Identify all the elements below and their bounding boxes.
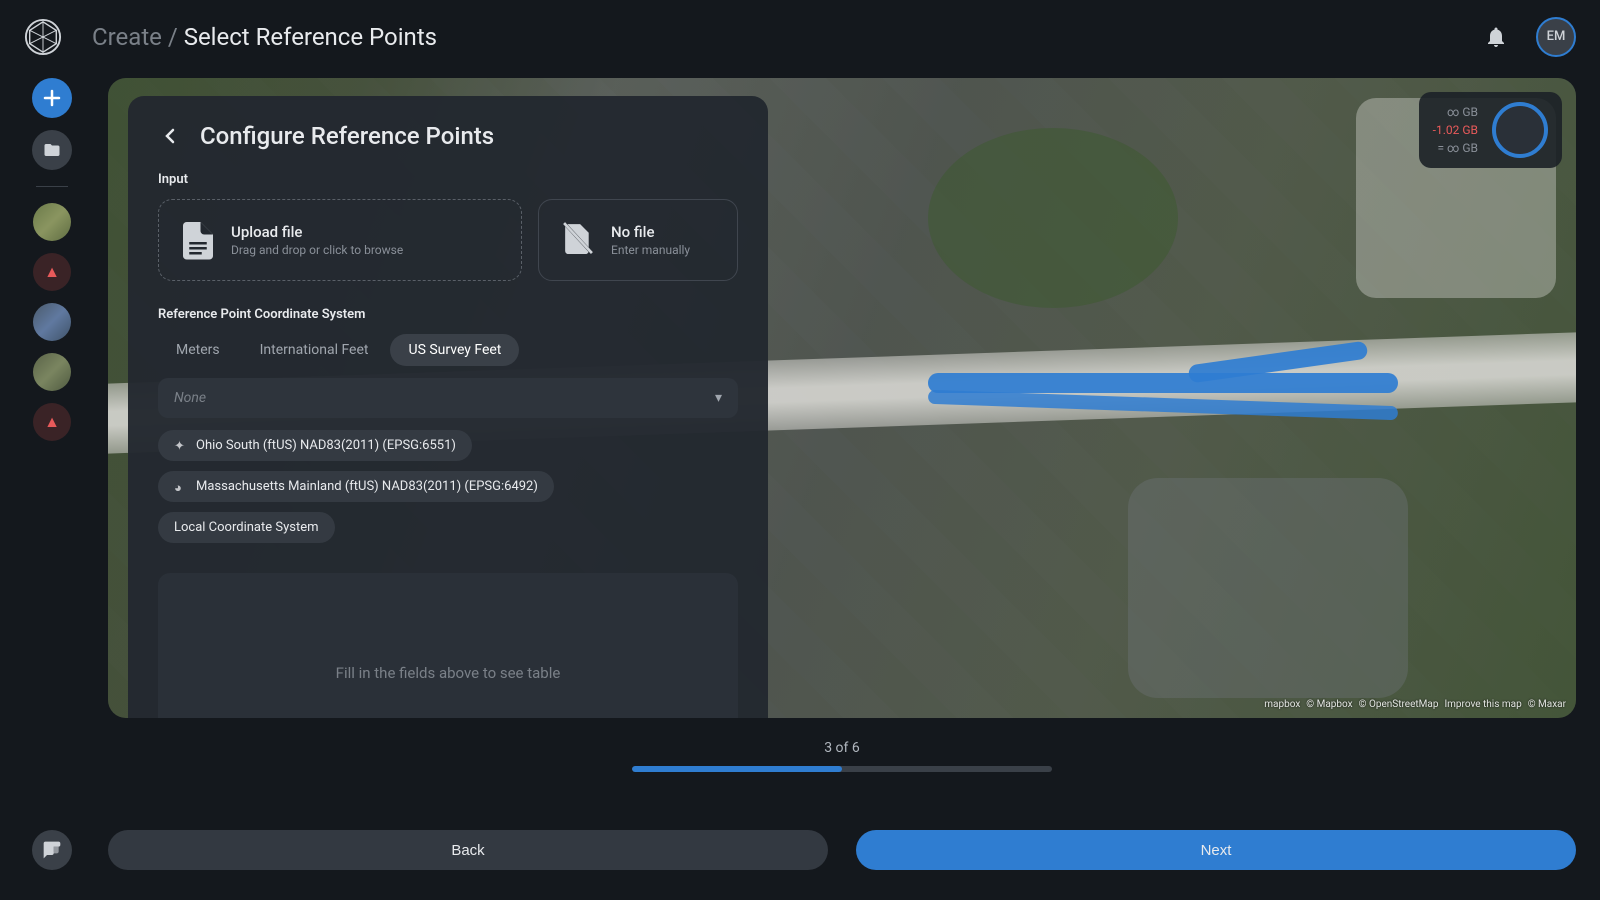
crs-section-label: Reference Point Coordinate System <box>158 307 738 322</box>
breadcrumb-prefix: Create / <box>92 23 184 51</box>
reference-table-placeholder: Fill in the fields above to see table <box>158 573 738 718</box>
avatar-initials: EM <box>1547 29 1566 44</box>
nofile-subtitle: Enter manually <box>611 243 690 257</box>
tab-us-survey-feet[interactable]: US Survey Feet <box>390 334 519 366</box>
sparkle-icon: ✦ <box>174 439 188 453</box>
folder-button[interactable] <box>32 130 72 170</box>
progress-bar <box>632 766 1052 772</box>
clock-icon: ◕ <box>174 480 188 494</box>
progress-fill <box>632 766 842 772</box>
project-thumb-3[interactable] <box>33 353 71 391</box>
crs-chip-local[interactable]: Local Coordinate System <box>158 512 335 543</box>
tab-meters[interactable]: Meters <box>158 334 238 366</box>
project-thumb-1[interactable] <box>33 203 71 241</box>
panel-title: Configure Reference Points <box>200 122 494 150</box>
no-file-icon <box>563 222 593 258</box>
add-button[interactable] <box>32 78 72 118</box>
progress-label: 3 of 6 <box>108 740 1576 756</box>
storage-total: ∞ GB <box>1433 103 1478 121</box>
back-button[interactable]: Back <box>108 830 828 870</box>
main-canvas: mapbox © Mapbox © OpenStreetMap Improve … <box>108 78 1576 718</box>
crs-select-placeholder: None <box>174 390 206 406</box>
chevron-down-icon: ▾ <box>715 390 722 406</box>
warning-icon: ▲ <box>44 412 60 432</box>
breadcrumb: Create / Select Reference Points <box>92 23 1484 51</box>
storage-remaining: = ∞ GB <box>1433 139 1478 157</box>
no-file-card[interactable]: No file Enter manually <box>538 199 738 281</box>
crs-select[interactable]: None ▾ <box>158 378 738 418</box>
map-annotation[interactable] <box>928 373 1398 393</box>
upload-title: Upload file <box>231 223 403 241</box>
crs-chip-ohio[interactable]: ✦ Ohio South (ftUS) NAD83(2011) (EPSG:65… <box>158 430 472 461</box>
storage-gauge <box>1492 102 1548 158</box>
upload-file-card[interactable]: Upload file Drag and drop or click to br… <box>158 199 522 281</box>
crs-chip-massachusetts[interactable]: ◕ Massachusetts Mainland (ftUS) NAD83(20… <box>158 471 554 502</box>
config-panel: Configure Reference Points Input Upload … <box>128 96 768 718</box>
project-thumb-warn-2[interactable]: ▲ <box>33 403 71 441</box>
unit-tabs: Meters International Feet US Survey Feet <box>158 334 738 366</box>
avatar[interactable]: EM <box>1536 17 1576 57</box>
chat-button[interactable] <box>32 830 72 870</box>
panel-back-button[interactable] <box>158 124 182 148</box>
tab-international-feet[interactable]: International Feet <box>242 334 387 366</box>
project-thumb-2[interactable] <box>33 303 71 341</box>
app-logo[interactable] <box>24 18 62 56</box>
storage-used: -1.02 GB <box>1433 121 1478 139</box>
rail-divider <box>36 186 68 187</box>
input-section-label: Input <box>158 172 738 187</box>
warning-icon: ▲ <box>44 262 60 282</box>
storage-widget: ∞ GB -1.02 GB = ∞ GB <box>1419 92 1562 168</box>
notifications-icon[interactable] <box>1484 25 1508 49</box>
next-button[interactable]: Next <box>856 830 1576 870</box>
breadcrumb-current: Select Reference Points <box>184 23 437 51</box>
project-thumb-warn-1[interactable]: ▲ <box>33 253 71 291</box>
nofile-title: No file <box>611 223 690 241</box>
map-attribution: mapbox © Mapbox © OpenStreetMap Improve … <box>1264 699 1566 710</box>
upload-subtitle: Drag and drop or click to browse <box>231 243 403 257</box>
file-icon <box>183 222 213 258</box>
